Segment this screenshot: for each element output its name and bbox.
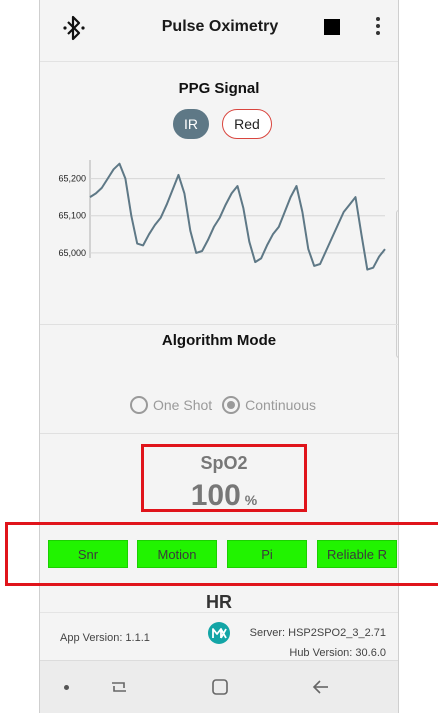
spo2-unit: % [244, 492, 258, 508]
spo2-value: 100 [190, 479, 241, 512]
nav-dot-icon [64, 685, 69, 690]
one-shot-label[interactable]: One Shot [153, 397, 212, 413]
system-nav-bar [40, 660, 398, 713]
ppg-chart: 65,200 65,100 65,000 [40, 150, 398, 300]
flags-highlight-box [5, 522, 438, 586]
spo2-label: SpO2 [200, 453, 248, 473]
continuous-label[interactable]: Continuous [245, 397, 316, 413]
stop-icon[interactable] [324, 19, 340, 35]
footer-divider [40, 612, 398, 613]
more-vertical-icon[interactable] [370, 14, 386, 40]
continuous-radio[interactable] [222, 396, 241, 414]
back-arrow-icon[interactable] [310, 677, 332, 697]
home-button-icon[interactable] [210, 677, 230, 697]
maxim-logo-icon [208, 622, 230, 644]
server-version-text: Server: HSP2SPO2_3_2.71 [249, 627, 386, 639]
red-toggle-button[interactable]: Red [222, 109, 272, 139]
ir-toggle-button[interactable]: IR [173, 109, 209, 139]
algorithm-mode-title: Algorithm Mode [161, 332, 277, 349]
hub-version-text: Hub Version: 30.6.0 [289, 647, 386, 659]
phone-screen: Pulse Oximetry PPG Signal IR Red 65,200 6… [39, 0, 399, 713]
spo2-panel: SpO2 100% [141, 444, 307, 512]
section-divider [40, 324, 398, 325]
ppg-signal-title: PPG Signal [178, 80, 260, 97]
chart-y-tick-label: 65,000 [58, 248, 86, 258]
recent-apps-icon[interactable] [108, 677, 130, 697]
chart-y-tick-label: 65,100 [58, 211, 86, 221]
app-bar: Pulse Oximetry [40, 0, 398, 62]
ppg-series-line [89, 162, 386, 271]
section-divider [40, 433, 398, 434]
chart-y-tick-label: 65,200 [58, 174, 86, 184]
ppg-chart-svg: 65,200 65,100 65,000 [58, 160, 386, 271]
one-shot-radio[interactable] [130, 396, 148, 414]
spo2-reading: 100% [144, 479, 304, 513]
app-version-text: App Version: 1.1.1 [60, 632, 150, 644]
algorithm-mode-radio-group: One Shot Continuous [130, 394, 326, 416]
hr-label: HR [206, 592, 232, 612]
app-title: Pulse Oximetry [161, 18, 279, 35]
